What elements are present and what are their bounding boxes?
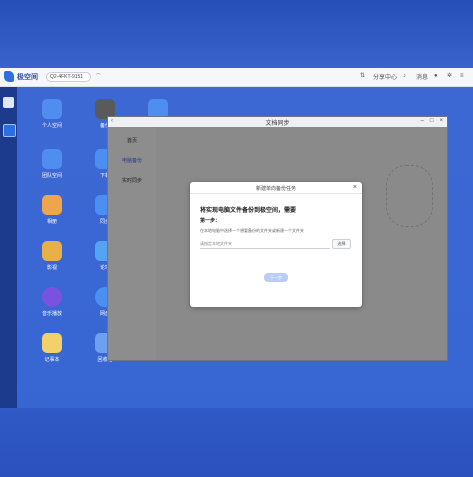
app-personal-space[interactable]: 个人空间 — [32, 99, 72, 129]
minimize-icon[interactable]: – — [421, 118, 424, 124]
next-button[interactable]: 下一步 — [264, 273, 288, 282]
transfer-icon[interactable]: ⇅ — [360, 73, 367, 80]
device-id-pill[interactable]: Q2-4FKT-9151 — [46, 72, 91, 82]
video-icon — [42, 241, 62, 261]
local-folder-input[interactable]: 请指定本地文件夹 — [200, 240, 330, 249]
photos-icon — [42, 195, 62, 215]
wifi-icon: ⌔ — [95, 73, 102, 80]
messages-link[interactable]: 消息 — [416, 72, 428, 81]
app-photos[interactable]: 相册 — [32, 195, 72, 225]
doc-sync-rail-icon[interactable] — [3, 124, 16, 137]
sidebar-item-pc-backup[interactable]: 电脑备份 — [108, 157, 156, 164]
left-rail — [0, 87, 17, 408]
sidebar-item-home[interactable]: 首页 — [108, 137, 156, 144]
menu-icon[interactable]: ≡ — [460, 73, 467, 80]
sidebar-item-realtime-sync[interactable]: 实时同步 — [108, 177, 156, 184]
window-title: 文档同步 — [265, 121, 290, 127]
app-team-space[interactable]: 团队空间 — [32, 149, 72, 179]
team-folder-icon — [42, 149, 62, 169]
dialog-title: 新建单向备份任务 — [255, 186, 296, 192]
app-notepad[interactable]: 记事本 — [32, 333, 72, 363]
brand-logo-icon — [4, 71, 14, 82]
grid-apps-icon[interactable] — [3, 97, 14, 108]
folder-icon — [42, 99, 62, 119]
window-sidebar: 首页 电脑备份 实时同步 — [108, 127, 156, 360]
top-bar: 极空间 Q2-4FKT-9151 ⌔ ⇅ 分享中心 ♪ 消息 ● ✲ ≡ — [0, 68, 473, 87]
close-icon[interactable]: × — [353, 184, 357, 191]
music-icon — [42, 287, 62, 307]
wallpaper-bottom — [0, 408, 473, 477]
brand-name: 极空间 — [17, 74, 38, 81]
notepad-icon — [42, 333, 62, 353]
dialog-divider — [190, 193, 362, 194]
empty-illustration-icon — [386, 165, 433, 227]
share-center-link[interactable]: 分享中心 — [373, 72, 397, 81]
app-video[interactable]: 影视 — [32, 241, 72, 271]
new-backup-dialog: 新建单向备份任务 × 将实现电脑文件备份到极空间，需要 第一步： 在本地电脑中选… — [190, 182, 362, 307]
bell-icon[interactable]: ♪ — [403, 73, 410, 80]
select-folder-button[interactable]: 选择 — [332, 239, 351, 249]
user-icon[interactable]: ● — [434, 73, 441, 80]
maximize-icon[interactable]: □ — [430, 118, 434, 124]
dialog-description: 在本地电脑中选择一个想要备份的文件夹或新建一个文件夹 — [200, 228, 304, 233]
close-icon[interactable]: × — [439, 118, 443, 124]
window-titlebar: ‹ 文档同步 – □ × — [108, 117, 447, 127]
app-music[interactable]: 音乐播放 — [32, 287, 72, 317]
dialog-heading: 将实现电脑文件备份到极空间，需要 — [200, 208, 297, 214]
wallpaper-top — [0, 0, 473, 68]
gear-icon[interactable]: ✲ — [447, 73, 454, 80]
dialog-step: 第一步： — [200, 218, 221, 224]
